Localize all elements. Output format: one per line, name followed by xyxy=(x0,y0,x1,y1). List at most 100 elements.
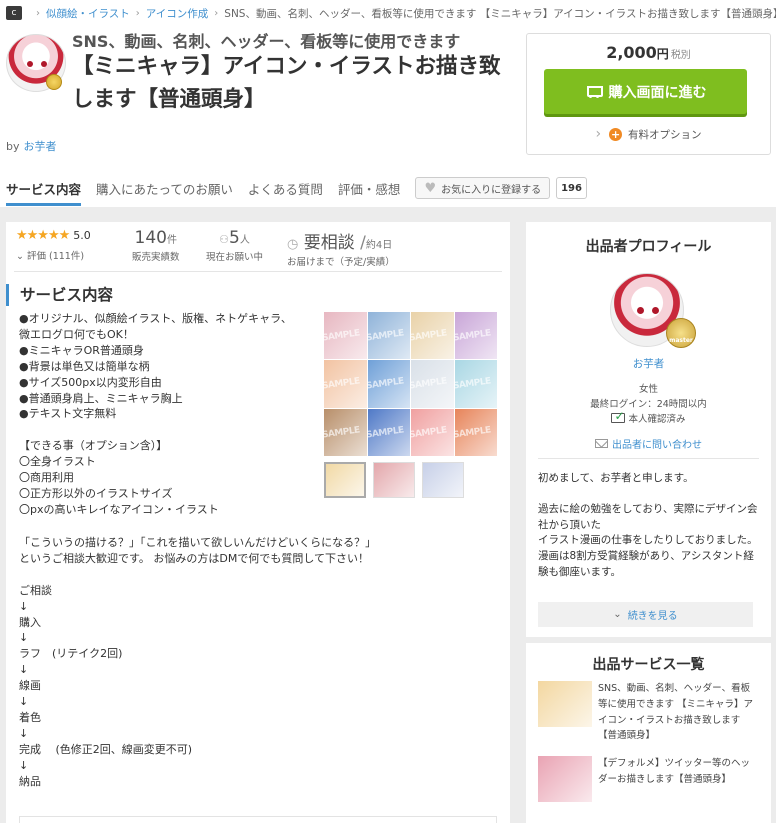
requests-stat: ⚇5人 現在お願い中 xyxy=(206,228,263,263)
price-tax: 税別 xyxy=(670,50,691,61)
delivery-sub: 約4日 xyxy=(365,240,393,251)
breadcrumb-separator: › xyxy=(36,7,40,19)
service-description-bottom: 「こういうの描ける？」「これを描いて欲しいんだけどいくらになる？」 というご相談… xyxy=(19,536,377,788)
requests-count: 5 xyxy=(229,228,240,248)
gallery-tile xyxy=(324,360,367,408)
service-title: 【ミニキャラ】アイコン・イラストお描き致します【普通頭身】 xyxy=(72,54,501,112)
breadcrumb: c › 似顔絵・イラスト › アイコン作成 › SNS、動画、名刺、ヘッダー、看… xyxy=(6,4,776,22)
rating-stars-icon: ★★★★★ xyxy=(16,228,70,243)
favorite-button[interactable]: ♥ お気に入りに登録する xyxy=(415,177,551,199)
gallery-tile xyxy=(324,408,367,456)
profile-last-login: 最終ログイン：24時間以内 xyxy=(590,399,707,410)
buy-button-label: 購入画面に進む xyxy=(608,84,707,101)
read-more-label: 続きを見る xyxy=(627,611,678,622)
clock-icon: ◷ xyxy=(287,237,299,252)
tab-purchase-requests[interactable]: 購入にあたってのお願い xyxy=(96,170,233,206)
divider xyxy=(538,458,759,459)
sales-label: 販売実績数 xyxy=(132,252,180,263)
price: 2,000円 税別 xyxy=(527,43,770,62)
home-icon[interactable]: c xyxy=(6,6,22,20)
contact-label: 出品者に問い合わせ xyxy=(612,440,702,451)
gallery-tile xyxy=(454,360,497,408)
breadcrumb-separator: › xyxy=(214,7,219,19)
buy-button[interactable]: 購入画面に進む xyxy=(544,69,747,114)
sample-gallery[interactable] xyxy=(324,312,497,456)
gallery-thumbnail[interactable] xyxy=(422,462,464,498)
contact-seller-link[interactable]: 出品者に問い合わせ xyxy=(526,436,771,451)
chevron-down-icon: ⌄ xyxy=(613,609,622,620)
gallery-tile xyxy=(367,408,410,456)
plus-icon: + xyxy=(609,127,623,141)
chevron-right-icon: › xyxy=(595,126,602,142)
paid-option-link[interactable]: › + 有料オプション xyxy=(527,126,770,142)
tab-service-content[interactable]: サービス内容 xyxy=(6,170,82,206)
purchase-box: 2,000円 税別 購入画面に進む › + 有料オプション xyxy=(526,33,771,155)
chevron-down-icon: ⌄ xyxy=(16,251,27,262)
gallery-tile xyxy=(454,312,497,360)
sales-count: 140 xyxy=(134,228,167,248)
price-value: 2,000 xyxy=(606,43,657,62)
service-subtitle: SNS、動画、名刺、ヘッダー、看板等に使用できます xyxy=(72,32,461,51)
paid-option-label: 有料オプション xyxy=(628,128,702,141)
service-list-item[interactable]: 【デフォルメ】ツイッター等のヘッダーお描きします【普通頭身】 xyxy=(538,756,760,814)
service-list-item[interactable]: SNS、動画、名刺、ヘッダー、看板等に使用できます 【ミニキャラ】アイコン・イラ… xyxy=(538,681,760,741)
favorite-count: 196 xyxy=(556,177,587,199)
gallery-tile xyxy=(367,360,410,408)
breadcrumb-separator: › xyxy=(135,7,140,19)
service-tabs: サービス内容 購入にあたってのお願い よくある質問 評価・感想 ♥ お気に入りに登… xyxy=(0,170,776,206)
service-main-panel: ★★★★★ 5.0 ⌄ 評価 (111件) 140件 販売実績数 ⚇5人 現在お願… xyxy=(6,222,510,823)
rating-label-link[interactable]: ⌄ 評価 (111件) xyxy=(16,248,91,262)
service-item-text: 【デフォルメ】ツイッター等のヘッダーお描きします【普通頭身】 xyxy=(598,758,751,785)
by-label: by xyxy=(6,140,20,153)
profile-intro: 初めまして、お芋者と申します。 過去に絵の勉強をしており、実際にデザイン会社から… xyxy=(538,472,758,578)
sales-stat: 140件 販売実績数 xyxy=(132,228,180,263)
rank-badge-icon xyxy=(46,74,62,90)
profile-heading: 出品者プロフィール xyxy=(585,239,712,255)
gallery-thumbnail[interactable] xyxy=(373,462,415,498)
gallery-tile xyxy=(367,312,410,360)
master-badge-icon: master xyxy=(666,318,696,348)
mail-icon xyxy=(595,439,608,448)
seller-profile-panel: 出品者プロフィール master お芋者 女性 最終ログイン：24時間以内 本人… xyxy=(526,222,771,637)
profile-gender: 女性 xyxy=(638,384,658,395)
service-thumbnail xyxy=(538,681,592,727)
cart-icon xyxy=(585,85,603,98)
person-icon: ⚇ xyxy=(219,233,230,246)
seller-link[interactable]: お芋者 xyxy=(24,140,57,153)
byline: by お芋者 xyxy=(6,138,57,154)
breadcrumb-current: SNS、動画、名刺、ヘッダー、看板等に使用できます 【ミニキャラ】アイコン・イラ… xyxy=(224,7,776,20)
requests-unit: 人 xyxy=(239,235,250,246)
service-item-text: SNS、動画、名刺、ヘッダー、看板等に使用できます 【ミニキャラ】アイコン・イラ… xyxy=(598,683,754,742)
delivery-stat: ◷ 要相談 /約4日 お届けまで（予定/実績） xyxy=(287,228,395,268)
services-heading: 出品サービス一覧 xyxy=(592,657,705,673)
gallery-thumbnail[interactable] xyxy=(324,462,366,498)
gallery-tile xyxy=(324,312,367,360)
breadcrumb-item-icon[interactable]: アイコン作成 xyxy=(146,6,208,21)
profile-name-link[interactable]: お芋者 xyxy=(526,356,771,371)
sales-unit: 件 xyxy=(166,235,177,246)
requests-label: 現在お願い中 xyxy=(206,252,264,263)
breadcrumb-item-illustration[interactable]: 似顔絵・イラスト xyxy=(46,6,130,21)
rating-value: 5.0 xyxy=(73,229,91,242)
tab-reviews[interactable]: 評価・感想 xyxy=(338,170,401,206)
read-more-button[interactable]: ⌄ 続きを見る xyxy=(538,602,753,627)
heart-icon: ♥ xyxy=(424,180,437,196)
tab-faq[interactable]: よくある質問 xyxy=(248,170,323,206)
gallery-tile xyxy=(454,408,497,456)
seller-services-panel: 出品サービス一覧 SNS、動画、名刺、ヘッダー、看板等に使用できます 【ミニキャ… xyxy=(526,643,771,823)
next-section-box xyxy=(19,816,497,823)
service-description-top: ●オリジナル、似顔絵イラスト、版権、ネトゲキャラ、 微エログロ何でもOK！ ●ミ… xyxy=(19,312,292,516)
profile-verified: 本人確認済み xyxy=(526,409,771,426)
delivery-value: 要相談 xyxy=(303,233,355,253)
gallery-tile xyxy=(411,408,454,456)
gallery-tile xyxy=(411,360,454,408)
delivery-label: お届けまで（予定/実績） xyxy=(287,257,395,268)
verified-label: 本人確認済み xyxy=(628,414,686,425)
gallery-tile xyxy=(411,312,454,360)
section-title-service: サービス内容 xyxy=(6,284,113,306)
favorite-label: お気に入りに登録する xyxy=(441,184,542,196)
rating-stat: ★★★★★ 5.0 ⌄ 評価 (111件) xyxy=(16,228,91,262)
gallery-thumbnails xyxy=(324,462,464,498)
service-stats: ★★★★★ 5.0 ⌄ 評価 (111件) 140件 販売実績数 ⚇5人 現在お願… xyxy=(14,228,502,272)
service-thumbnail xyxy=(538,756,592,802)
